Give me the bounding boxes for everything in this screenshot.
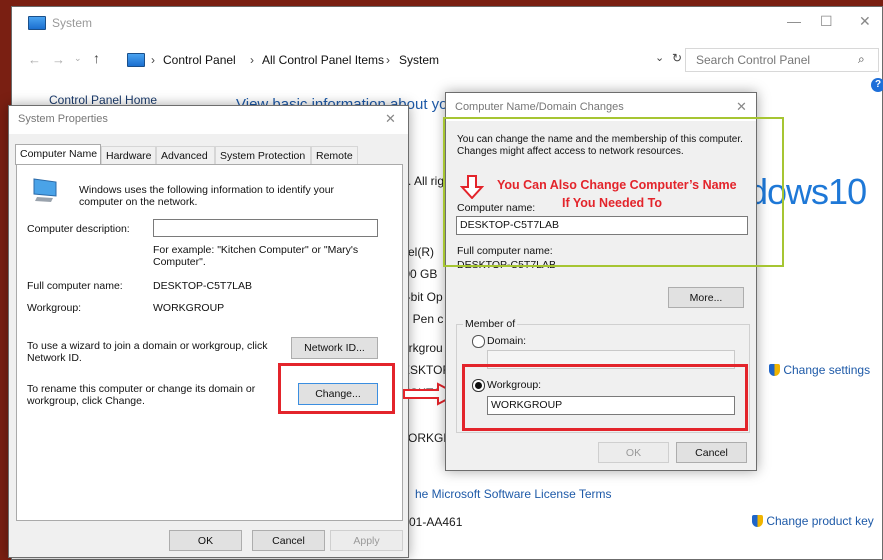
window-title: System — [52, 16, 93, 30]
copyright-fragment: . All rig — [408, 174, 445, 188]
highlight-workgroup-box — [462, 364, 748, 431]
domain-label: Domain: — [487, 335, 527, 347]
full-computer-name-label: Full computer name: — [27, 280, 123, 292]
search-input[interactable]: Search Control Panel — [696, 53, 810, 67]
computer-icon — [33, 178, 57, 202]
change-settings-label[interactable]: Change settings — [783, 363, 870, 377]
help-icon[interactable]: ? — [871, 78, 883, 92]
system-monitor-icon — [127, 53, 145, 67]
computer-description-label: Computer description: — [27, 223, 130, 235]
title-bar: System — ☐ ✕ — [12, 7, 882, 39]
description-example-text: For example: "Kitchen Computer" or "Mary… — [153, 244, 359, 268]
system-monitor-icon — [28, 16, 46, 30]
search-box[interactable]: Search Control Panel ⌕ — [685, 48, 879, 72]
search-icon[interactable]: ⌕ — [858, 52, 865, 67]
shield-icon — [752, 515, 763, 527]
annotation-line-1: You Can Also Change Computer’s Name — [497, 178, 737, 192]
intro-text: Windows uses the following information t… — [79, 184, 335, 208]
more-button[interactable]: More... — [668, 287, 744, 308]
dialog-title: System Properties — [18, 113, 108, 125]
breadcrumb-separator-icon: › — [151, 53, 155, 67]
address-bar[interactable]: › Control Panel › All Control Panel Item… — [122, 48, 692, 72]
highlight-change-button — [278, 363, 395, 414]
system-properties-dialog: System Properties ✕ Computer Name Hardwa… — [8, 105, 409, 558]
computer-name-panel: Windows uses the following information t… — [16, 164, 403, 521]
breadcrumb-item[interactable]: All Control Panel Items — [262, 53, 384, 67]
breadcrumb-item[interactable]: Control Panel — [163, 53, 236, 67]
computer-name-fragment: ESKTOF — [402, 363, 450, 377]
change-product-key-link[interactable]: Change product key — [752, 514, 874, 528]
back-icon[interactable]: ← — [28, 52, 41, 67]
address-dropdown-icon[interactable]: ⌄ — [655, 51, 664, 64]
workgroup-label: Workgroup: — [27, 302, 82, 314]
close-button[interactable]: ✕ — [859, 13, 871, 30]
tab-advanced[interactable]: Advanced — [156, 146, 215, 164]
dialog-title-bar: System Properties ✕ — [9, 106, 408, 134]
change-product-key-label[interactable]: Change product key — [766, 514, 873, 528]
annotation-line-2: If You Needed To — [562, 196, 663, 210]
tab-system-protection[interactable]: System Protection — [215, 146, 311, 164]
cancel-button[interactable]: Cancel — [252, 530, 325, 551]
rename-text: To rename this computer or change its do… — [27, 383, 256, 407]
change-settings-link[interactable]: Change settings — [769, 363, 870, 377]
cancel-button[interactable]: Cancel — [676, 442, 747, 463]
domain-radio[interactable] — [472, 335, 485, 348]
shield-icon — [769, 364, 780, 376]
tab-remote[interactable]: Remote — [311, 146, 358, 164]
forward-icon[interactable]: → — [52, 52, 65, 67]
ok-button[interactable]: OK — [169, 530, 242, 551]
license-terms-link[interactable]: he Microsoft Software License Terms — [415, 487, 612, 501]
tab-computer-name[interactable]: Computer Name — [15, 144, 101, 165]
maximize-button[interactable]: ☐ — [820, 13, 833, 30]
refresh-icon[interactable]: ↻ — [672, 51, 682, 65]
computer-description-input[interactable] — [153, 219, 378, 237]
ok-button[interactable]: OK — [598, 442, 669, 463]
dialog-title: Computer Name/Domain Changes — [455, 101, 624, 113]
breadcrumb-separator-icon: › — [250, 53, 254, 67]
tab-hardware[interactable]: Hardware — [101, 146, 156, 164]
close-icon[interactable]: ✕ — [736, 99, 747, 115]
address-bar-row: ← → ⌄ ↑ › Control Panel › All Control Pa… — [12, 44, 882, 74]
product-id-fragment: 01-AA461 — [409, 515, 463, 529]
network-id-text: To use a wizard to join a domain or work… — [27, 340, 268, 364]
minimize-button[interactable]: — — [787, 13, 801, 29]
history-dropdown-icon[interactable]: ⌄ — [74, 53, 82, 64]
member-of-label: Member of — [463, 318, 518, 330]
up-icon[interactable]: ↑ — [93, 50, 100, 66]
arrow-down-icon — [460, 175, 484, 199]
full-computer-name-value: DESKTOP-C5T7LAB — [153, 280, 253, 292]
workgroup-value: WORKGROUP — [153, 302, 225, 314]
highlight-computer-name-box — [443, 117, 784, 267]
breadcrumb-separator-icon: › — [386, 53, 390, 67]
breadcrumb-item[interactable]: System — [399, 53, 439, 67]
apply-button[interactable]: Apply — [330, 530, 403, 551]
close-icon[interactable]: ✕ — [385, 111, 396, 127]
network-id-button[interactable]: Network ID... — [291, 337, 378, 359]
